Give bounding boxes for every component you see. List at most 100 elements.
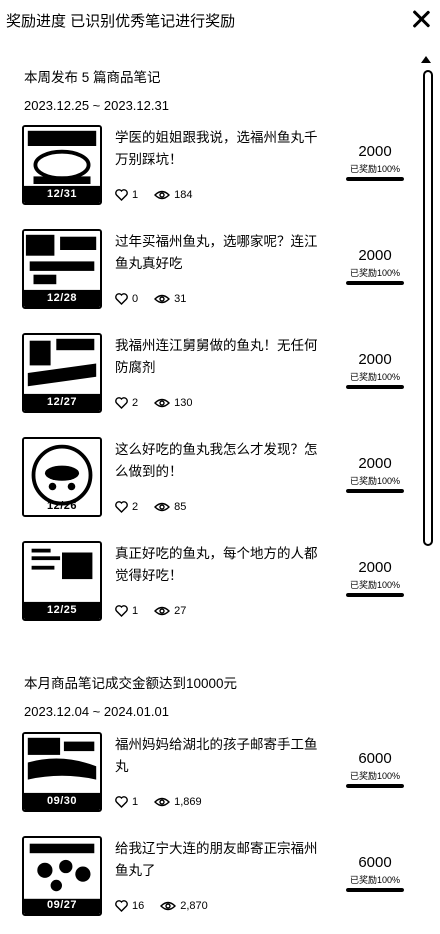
note-thumbnail: 12/25 <box>22 541 102 621</box>
reward-progress-bar <box>346 385 404 389</box>
section-title: 本月商品笔记成交金额达到10000元 <box>24 676 238 691</box>
view-count-value: 1,869 <box>174 796 202 808</box>
note-title[interactable]: 福州妈妈给湖北的孩子邮寄手工鱼丸 <box>115 734 330 778</box>
note-item[interactable]: 09/27 给我辽宁大连的朋友邮寄正宗福州鱼丸了 16 2,870 6000 已… <box>0 836 415 934</box>
page-title: 奖励进度 已识别优秀笔记进行奖励 <box>6 13 236 30</box>
like-count-value: 2 <box>132 501 139 513</box>
heart-icon <box>115 501 128 513</box>
reward-amount: 6000 <box>358 750 392 767</box>
like-count: 2 <box>115 501 138 513</box>
view-count-value: 31 <box>174 293 187 305</box>
reward-progress-bar <box>346 489 404 493</box>
scrollbar[interactable] <box>423 70 433 546</box>
reward-info: 2000 已奖励100% <box>344 351 406 389</box>
like-count: 0 <box>115 293 138 305</box>
note-title[interactable]: 过年买福州鱼丸，选哪家呢？连江鱼丸真好吃 <box>115 231 330 275</box>
reward-progress-bar <box>346 593 404 597</box>
thumbnail-date: 09/30 <box>46 795 78 807</box>
note-item[interactable]: 12/27 我福州连江舅舅做的鱼丸！无任何防腐剂 2 130 2000 已奖励1… <box>0 333 415 431</box>
note-title[interactable]: 我福州连江舅舅做的鱼丸！无任何防腐剂 <box>115 335 330 379</box>
view-count: 1,869 <box>154 796 202 808</box>
heart-icon <box>115 293 128 305</box>
like-count-value: 1 <box>132 796 139 808</box>
eye-icon <box>160 901 177 911</box>
note-item[interactable]: 12/25 真正好吃的鱼丸，每个地方的人都觉得好吃！ 1 27 2000 已奖励… <box>0 541 415 639</box>
eye-icon <box>154 606 171 616</box>
view-count: 130 <box>154 397 192 409</box>
reward-info: 2000 已奖励100% <box>344 143 406 181</box>
thumbnail-date: 12/31 <box>46 188 78 200</box>
note-thumbnail: 12/27 <box>22 333 102 413</box>
reward-amount: 2000 <box>358 247 392 264</box>
reward-info: 2000 已奖励100% <box>344 247 406 285</box>
scroll-up-arrow-icon[interactable] <box>421 56 431 63</box>
section-date-range: 2023.12.04 ~ 2024.01.01 <box>24 704 169 719</box>
note-item[interactable]: 12/28 过年买福州鱼丸，选哪家呢？连江鱼丸真好吃 0 31 2000 已奖励… <box>0 229 415 327</box>
note-thumbnail: 12/26 <box>22 437 102 517</box>
view-count: 85 <box>154 501 186 513</box>
like-count-value: 0 <box>132 293 139 305</box>
heart-icon <box>115 900 128 912</box>
like-count: 1 <box>115 796 138 808</box>
close-icon[interactable] <box>410 8 432 30</box>
thumbnail-date: 12/25 <box>46 604 78 616</box>
reward-info: 6000 已奖励100% <box>344 750 406 788</box>
note-stats: 2 85 <box>115 501 202 513</box>
note-title[interactable]: 学医的姐姐跟我说，选福州鱼丸千万别踩坑！ <box>115 127 330 171</box>
reward-info: 2000 已奖励100% <box>344 559 406 597</box>
like-count: 2 <box>115 397 138 409</box>
reward-progress-label: 已奖励100% <box>349 164 401 174</box>
note-stats: 1 184 <box>115 189 208 201</box>
heart-icon <box>115 605 128 617</box>
note-thumbnail: 12/28 <box>22 229 102 309</box>
view-count-value: 130 <box>174 397 193 409</box>
reward-info: 6000 已奖励100% <box>344 854 406 892</box>
note-title[interactable]: 真正好吃的鱼丸，每个地方的人都觉得好吃！ <box>115 543 330 587</box>
heart-icon <box>115 189 128 201</box>
note-stats: 0 31 <box>115 293 202 305</box>
note-title[interactable]: 给我辽宁大连的朋友邮寄正宗福州鱼丸了 <box>115 838 330 882</box>
section-date-range: 2023.12.25 ~ 2023.12.31 <box>24 98 169 113</box>
eye-icon <box>154 797 171 807</box>
view-count-value: 2,870 <box>180 900 208 912</box>
heart-icon <box>115 397 128 409</box>
reward-amount: 2000 <box>358 143 392 160</box>
reward-progress-bar <box>346 281 404 285</box>
view-count: 31 <box>154 293 186 305</box>
reward-progress-label: 已奖励100% <box>349 580 401 590</box>
reward-progress-label: 已奖励100% <box>349 476 401 486</box>
like-count: 16 <box>115 900 144 912</box>
thumbnail-date: 12/28 <box>46 292 78 304</box>
like-count: 1 <box>115 189 138 201</box>
reward-progress-label: 已奖励100% <box>349 268 401 278</box>
view-count: 2,870 <box>160 900 208 912</box>
view-count-value: 27 <box>174 605 187 617</box>
like-count: 1 <box>115 605 138 617</box>
note-title[interactable]: 这么好吃的鱼丸我怎么才发现？怎么做到的！ <box>115 439 330 483</box>
view-count-value: 184 <box>174 189 193 201</box>
thumbnail-date: 09/27 <box>46 899 78 911</box>
header: 奖励进度 已识别优秀笔记进行奖励 <box>0 0 440 44</box>
reward-amount: 2000 <box>358 455 392 472</box>
view-count-value: 85 <box>174 501 187 513</box>
reward-info: 2000 已奖励100% <box>344 455 406 493</box>
heart-icon <box>115 796 128 808</box>
reward-progress-label: 已奖励100% <box>349 372 401 382</box>
reward-amount: 2000 <box>358 559 392 576</box>
reward-progress-bar <box>346 888 404 892</box>
reward-progress-bar <box>346 177 404 181</box>
reward-amount: 6000 <box>358 854 392 871</box>
eye-icon <box>154 294 171 304</box>
note-stats: 1 1,869 <box>115 796 218 808</box>
thumbnail-date: 12/27 <box>46 396 78 408</box>
like-count-value: 2 <box>132 397 139 409</box>
note-thumbnail: 09/30 <box>22 732 102 812</box>
note-thumbnail: 12/31 <box>22 125 102 205</box>
like-count-value: 16 <box>132 900 145 912</box>
reward-progress-label: 已奖励100% <box>349 771 401 781</box>
note-item[interactable]: 12/26 这么好吃的鱼丸我怎么才发现？怎么做到的！ 2 85 2000 已奖励… <box>0 437 415 535</box>
note-item[interactable]: 09/30 福州妈妈给湖北的孩子邮寄手工鱼丸 1 1,869 6000 已奖励1… <box>0 732 415 830</box>
reward-amount: 2000 <box>358 351 392 368</box>
note-item[interactable]: 12/31 学医的姐姐跟我说，选福州鱼丸千万别踩坑！ 1 184 2000 已奖… <box>0 125 415 223</box>
note-thumbnail: 09/27 <box>22 836 102 916</box>
